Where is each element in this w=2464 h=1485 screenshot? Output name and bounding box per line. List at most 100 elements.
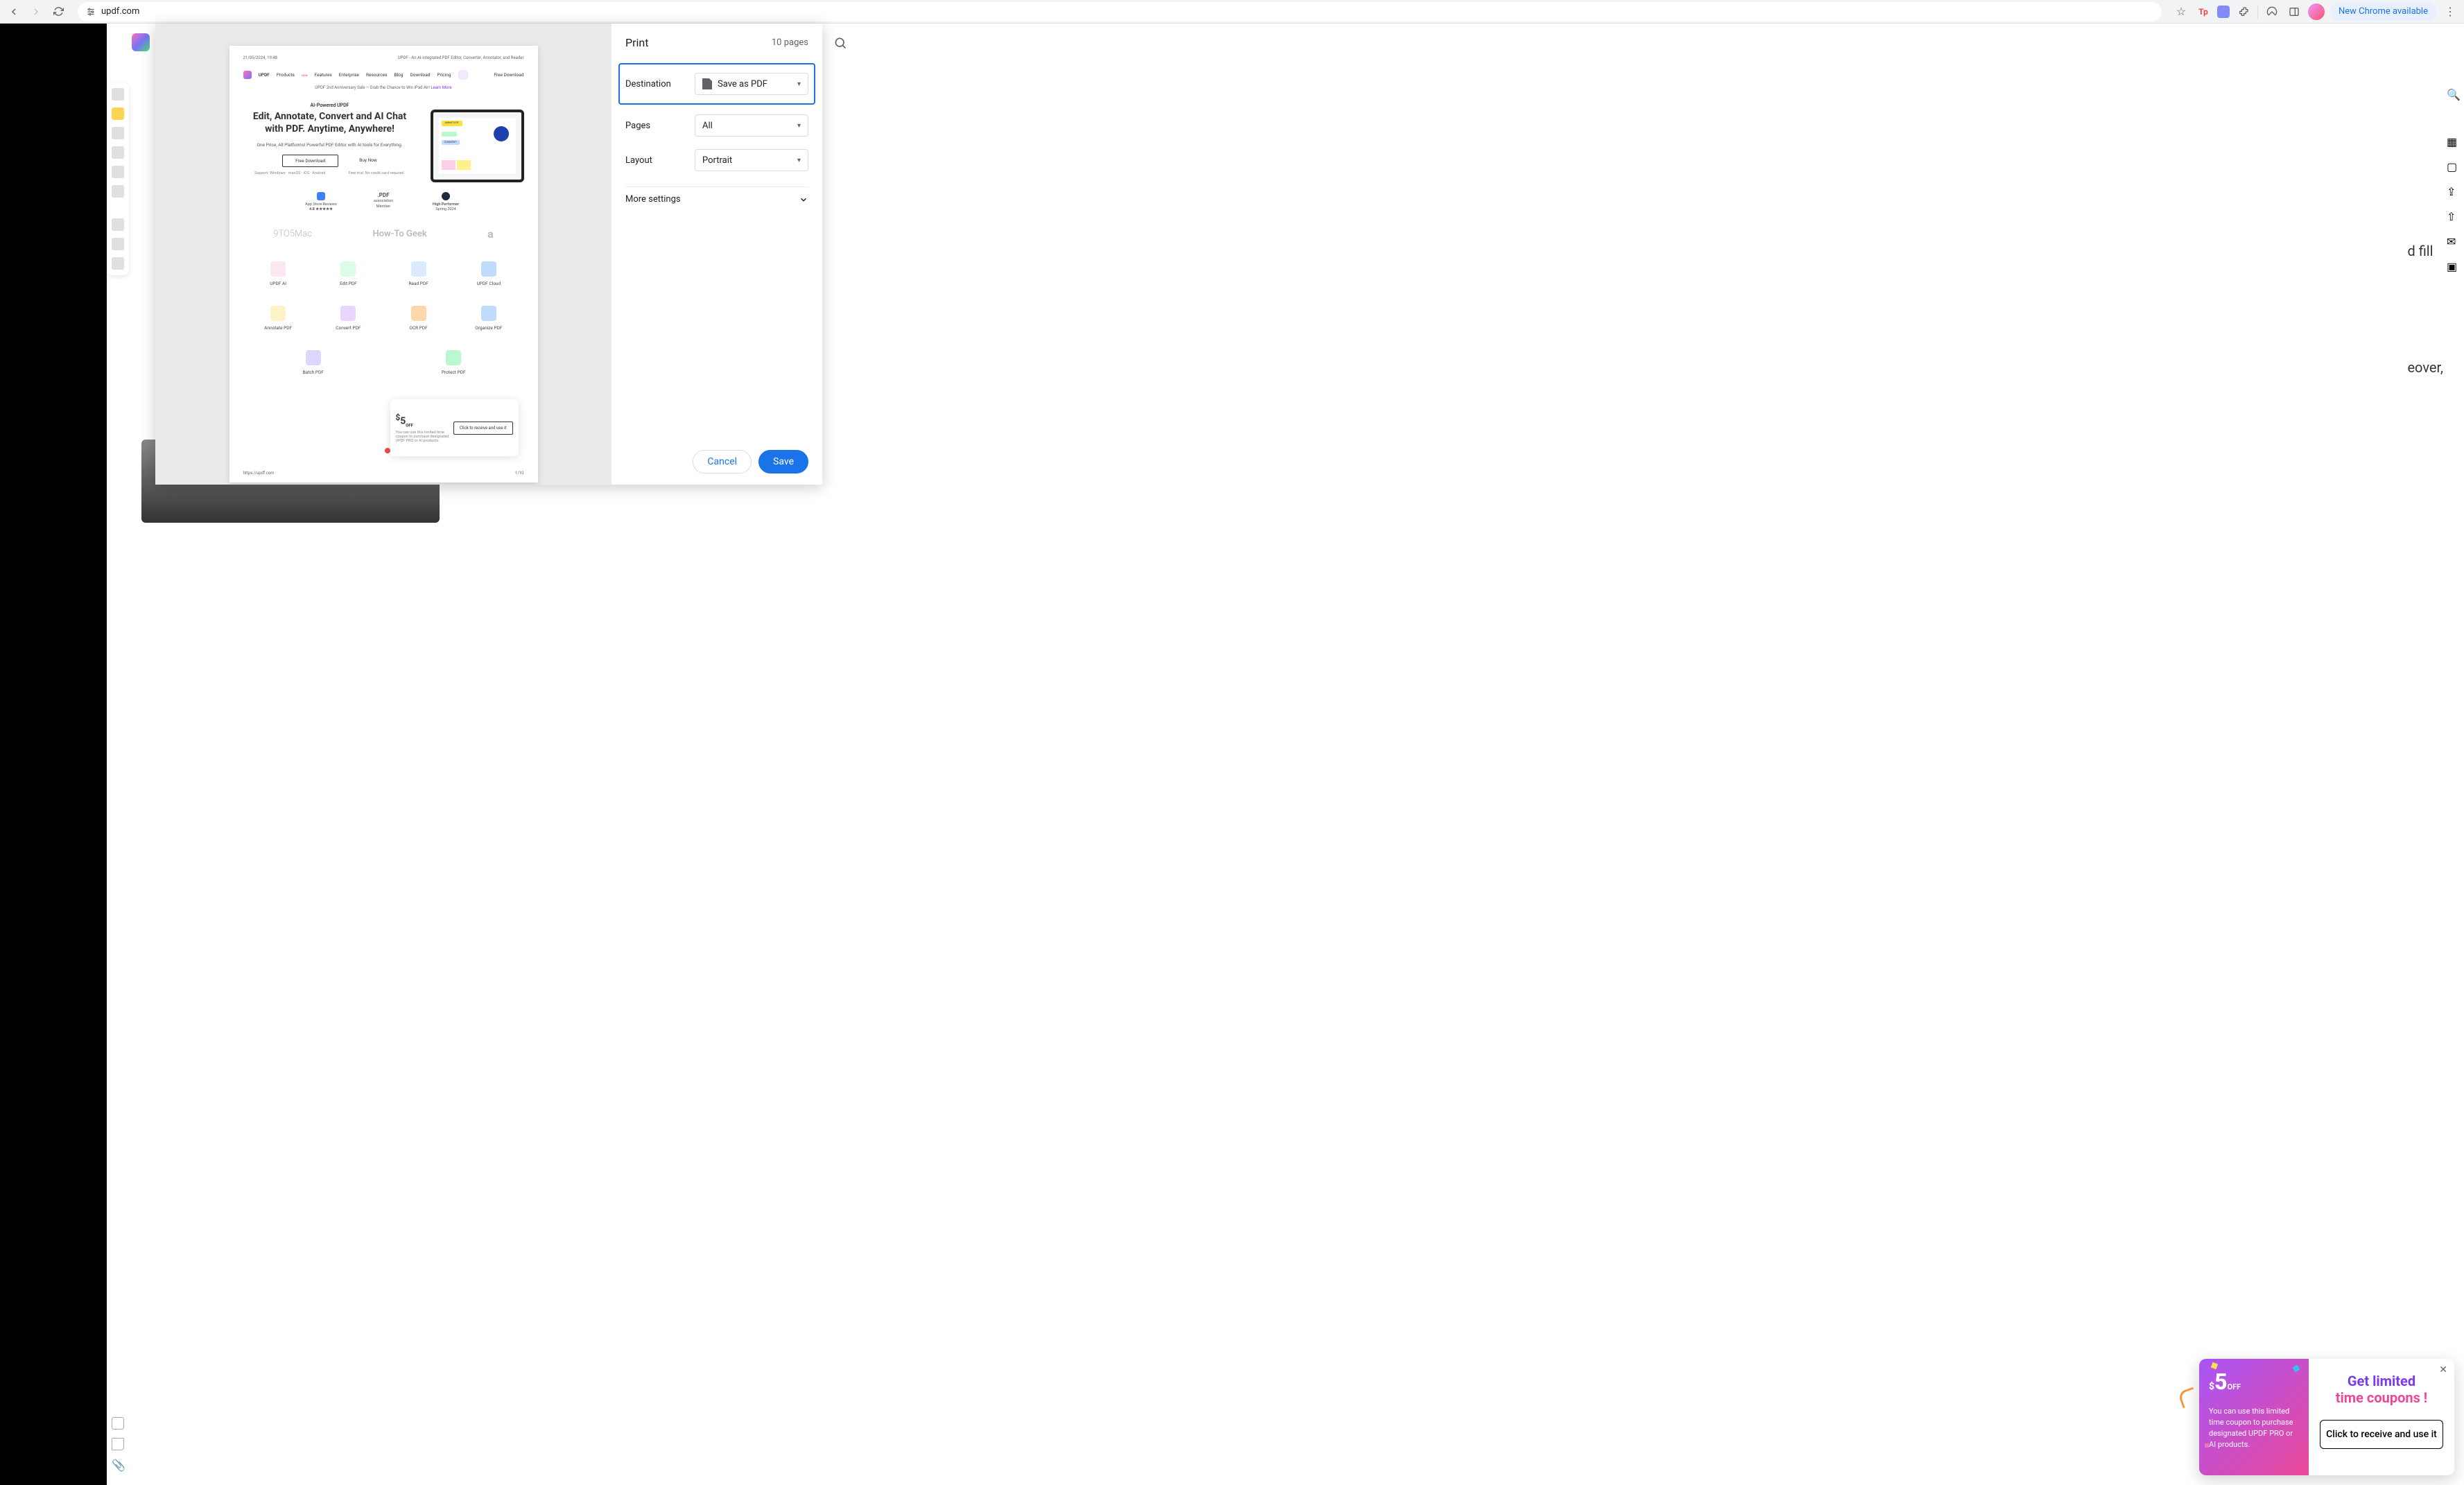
preview-doc-title: UPDF - An AI-integrated PDF Editor, Conv… — [398, 55, 524, 60]
feature-icon — [411, 261, 426, 277]
site-settings-icon[interactable] — [86, 7, 96, 17]
chevron-down-icon — [799, 195, 808, 205]
preview-feature-organize-pdf: Organize PDF — [468, 306, 510, 331]
reload-button[interactable] — [50, 3, 67, 20]
page-search-icon[interactable] — [833, 36, 847, 50]
preview-brand: UPDF — [259, 72, 270, 78]
save-icon[interactable]: ▣ — [2447, 260, 2459, 272]
extensions-icon[interactable] — [2235, 3, 2252, 20]
feature-label: UPDF AI — [257, 281, 299, 286]
promo-title: Get limited time coupons ! — [2320, 1373, 2443, 1406]
pages-label: Pages — [625, 121, 695, 131]
preview-hero-sub: One Price, All Platforms! Powerful PDF E… — [243, 142, 417, 148]
leaf-icon[interactable] — [2264, 3, 2280, 20]
pages-select[interactable]: All — [695, 114, 808, 137]
feature-label: Batch PDF — [293, 370, 334, 375]
preview-feature-convert-pdf: Convert PDF — [327, 306, 369, 331]
preview-timestamp: 21/05/2024, 19:48 — [243, 55, 278, 60]
forward-button[interactable] — [28, 3, 44, 20]
preview-press-howtogeek: How-To Geek — [372, 229, 426, 239]
ext-tp-icon[interactable]: Tp — [2195, 3, 2212, 20]
browser-toolbar: updf.com ☆ Tp New Chrome available ⋮ — [0, 0, 2464, 24]
tool-tools-icon[interactable] — [112, 185, 124, 198]
tool-comment-icon[interactable] — [112, 127, 124, 139]
preview-coupon-close-icon — [385, 448, 390, 453]
preview-buy-now-link: Buy Now — [359, 155, 377, 167]
tool-reader-icon[interactable] — [112, 107, 124, 120]
layout-row: Layout Portrait — [625, 149, 808, 171]
cancel-button[interactable]: Cancel — [693, 450, 752, 474]
left-toolbar — [107, 82, 129, 275]
destination-select[interactable]: Save as PDF — [695, 73, 808, 95]
side-panel-icon[interactable] — [2286, 3, 2302, 20]
bookmark-star-icon[interactable]: ☆ — [2173, 3, 2189, 20]
preview-nav-pricing: Pricing — [437, 72, 451, 78]
pdf-file-icon — [702, 78, 712, 89]
feature-icon — [340, 306, 356, 321]
preview-press-logos: 9TO5Mac How-To Geek a — [243, 227, 524, 241]
feature-label: Convert PDF — [327, 325, 369, 331]
preview-badges: App Store Reviews 4.8 ★★★★★ .PDF associa… — [243, 192, 524, 212]
tool-redact-icon[interactable] — [112, 238, 124, 250]
preview-nav-products: Products — [277, 72, 295, 78]
print-settings-pane: Print 10 pages Destination Save as PDF P… — [611, 24, 822, 485]
tool-thumbnail-icon[interactable] — [112, 88, 124, 101]
preview-hero-title: Edit, Annotate, Convert and AI Chat with… — [243, 111, 417, 135]
pages-row: Pages All — [625, 114, 808, 137]
preview-feature-updf-cloud: UPDF Cloud — [468, 261, 510, 286]
preview-feature-protect-pdf: Protect PDF — [433, 350, 474, 375]
feature-icon — [270, 306, 286, 321]
page-display-icon[interactable]: ▦ — [2447, 135, 2459, 148]
right-toolbar: 🔍 ▦ ▢ ⇪ ⇧ ✉ ▣ — [2442, 82, 2464, 278]
new-chrome-button[interactable]: New Chrome available — [2330, 2, 2436, 21]
preview-feature-read-pdf: Read PDF — [398, 261, 440, 286]
viewport: 📎 🔍 ▦ ▢ ⇪ ⇧ ✉ ▣ d fill eover, 21/05/2024… — [0, 24, 2464, 1485]
print-preview-pane[interactable]: 21/05/2024, 19:48 UPDF - An AI-integrate… — [155, 24, 611, 485]
tool-organize-icon[interactable] — [112, 166, 124, 178]
preview-support-text: Support: Windows · macOS · iOS · Android — [254, 171, 325, 175]
search-icon[interactable]: 🔍 — [2447, 88, 2459, 101]
layout-select[interactable]: Portrait — [695, 149, 808, 171]
promo-close-button[interactable]: ✕ — [2439, 1364, 2447, 1375]
promo-discount-amount: $5OFF — [2209, 1369, 2299, 1395]
profile-avatar[interactable] — [2308, 3, 2325, 20]
print-dialog: 21/05/2024, 19:48 UPDF - An AI-integrate… — [155, 24, 822, 485]
ext-grid-icon[interactable] — [2217, 6, 2230, 18]
feature-label: Organize PDF — [468, 325, 510, 331]
print-page-count: 10 pages — [772, 37, 808, 48]
bookmark-icon[interactable] — [112, 1438, 124, 1450]
left-bottom-toolbar: 📎 — [107, 1417, 129, 1471]
promo-description: You can use this limited time coupon to … — [2209, 1406, 2299, 1450]
preview-coupon-card: $5OFF You can use this limited time coup… — [390, 399, 519, 456]
feature-icon — [270, 261, 286, 277]
mail-icon[interactable]: ✉ — [2447, 235, 2459, 248]
print-title: Print — [625, 36, 648, 49]
export-icon[interactable]: ⇪ — [2447, 185, 2459, 198]
feature-icon — [340, 261, 356, 277]
tool-form-icon[interactable] — [112, 257, 124, 270]
tool-edit-icon[interactable] — [112, 146, 124, 159]
preview-feature-updf-ai: UPDF AI — [257, 261, 299, 286]
feature-label: Annotate PDF — [257, 325, 299, 331]
updf-app-logo[interactable] — [132, 33, 150, 51]
ocr-icon[interactable]: ▢ — [2447, 160, 2459, 173]
back-button[interactable] — [6, 3, 22, 20]
preview-feature-batch-pdf: Batch PDF — [293, 350, 334, 375]
share-icon[interactable]: ⇧ — [2447, 210, 2459, 223]
view-cube-icon[interactable] — [112, 1417, 124, 1430]
promo-cta-button[interactable]: Click to receive and use it — [2320, 1420, 2443, 1449]
preview-free-download-button: Free Download — [282, 155, 338, 167]
tool-crop-icon[interactable] — [112, 218, 124, 231]
preview-free-download-link: Free Download — [494, 72, 523, 78]
save-button[interactable]: Save — [758, 450, 808, 474]
attachment-icon[interactable]: 📎 — [112, 1459, 124, 1471]
address-bar[interactable]: updf.com — [78, 2, 2162, 21]
preview-badge-g2: High Performer Spring 2024 — [425, 192, 467, 212]
menu-dots-icon[interactable]: ⋮ — [2442, 3, 2458, 20]
preview-nav-download: Download — [410, 72, 430, 78]
preview-nav-new-badge: NEW — [302, 73, 308, 77]
url-text: updf.com — [101, 6, 139, 17]
layout-label: Layout — [625, 155, 695, 166]
preview-footer-url: https://updf.com — [243, 471, 275, 476]
more-settings-toggle[interactable]: More settings — [625, 186, 808, 211]
